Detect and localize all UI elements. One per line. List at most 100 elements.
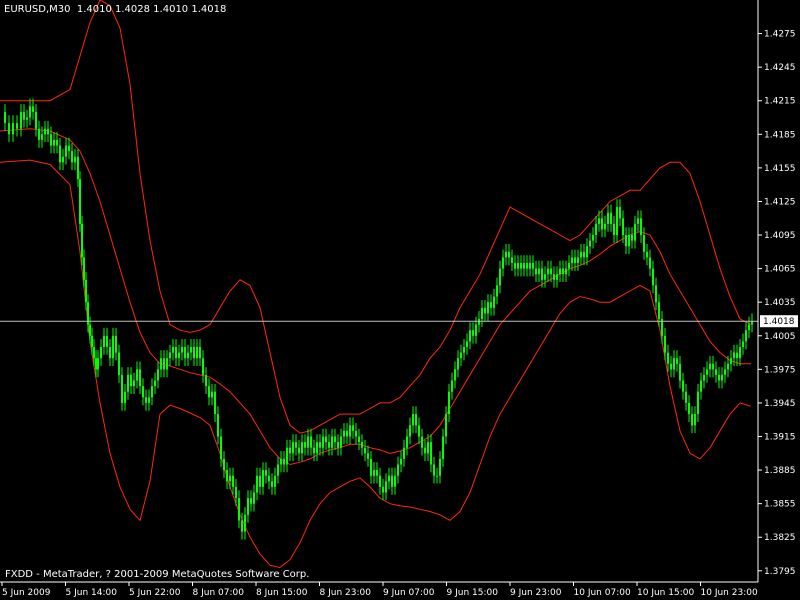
candle-body bbox=[619, 207, 621, 219]
candle-body bbox=[571, 257, 573, 263]
candle-body bbox=[727, 363, 729, 370]
candle-body bbox=[328, 442, 330, 448]
candle-body bbox=[511, 257, 513, 263]
candle-body bbox=[535, 268, 537, 275]
candle-body bbox=[565, 268, 567, 275]
candle-body bbox=[634, 223, 636, 241]
candle-body bbox=[700, 380, 702, 392]
candle-body bbox=[721, 374, 723, 381]
candle-body bbox=[169, 352, 171, 359]
candle-body bbox=[712, 363, 714, 370]
y-tick-label: 1.3975 bbox=[764, 365, 796, 375]
candle-body bbox=[142, 386, 144, 398]
candle-body bbox=[685, 391, 687, 403]
candle-body bbox=[715, 369, 717, 375]
candle-body bbox=[448, 391, 450, 415]
candle-body bbox=[85, 279, 87, 303]
candle-body bbox=[652, 268, 654, 286]
candle-body bbox=[163, 358, 165, 370]
y-tick-label: 1.3795 bbox=[764, 567, 796, 577]
candle-body bbox=[610, 212, 612, 224]
candle-body bbox=[202, 358, 204, 375]
candle-body bbox=[673, 358, 675, 370]
candle-body bbox=[8, 123, 10, 135]
candle-body bbox=[493, 296, 495, 308]
candle-body bbox=[265, 470, 267, 476]
candle-body bbox=[637, 218, 639, 224]
price-chart-svg[interactable]: 1.4275 1.4245 1.4215 1.4185 1.4155 1.4125 1.40… bbox=[0, 0, 800, 600]
candle-body bbox=[736, 352, 738, 359]
candle-body bbox=[361, 442, 363, 448]
candle-body bbox=[304, 442, 306, 448]
candle-body bbox=[646, 251, 648, 258]
y-tick-label: 1.3825 bbox=[764, 533, 796, 543]
candle-body bbox=[262, 470, 264, 487]
x-tick-label: 8 Jun 07:00 bbox=[193, 588, 245, 598]
candle-body bbox=[130, 374, 132, 387]
candle-body bbox=[655, 285, 657, 303]
candle-body bbox=[370, 458, 372, 476]
candle-body bbox=[484, 307, 486, 314]
candle-body bbox=[148, 397, 150, 403]
candle-body bbox=[574, 257, 576, 263]
candle-body bbox=[316, 442, 318, 454]
candle-body bbox=[214, 391, 216, 415]
candle-body bbox=[580, 251, 582, 258]
candle-body bbox=[529, 263, 531, 269]
candle-body bbox=[724, 369, 726, 375]
candle-body bbox=[100, 347, 102, 359]
candle-body bbox=[349, 425, 351, 437]
candle-body bbox=[184, 347, 186, 359]
candle-body bbox=[649, 257, 651, 269]
candle-body bbox=[490, 302, 492, 308]
candle-body bbox=[277, 464, 279, 476]
candle-body bbox=[193, 347, 195, 359]
x-tick-label: 9 Jun 23:00 bbox=[510, 588, 562, 598]
candle-body bbox=[50, 134, 52, 146]
candle-body bbox=[190, 347, 192, 353]
candle-body bbox=[463, 347, 465, 353]
candle-body bbox=[289, 447, 291, 454]
candle-body bbox=[35, 111, 37, 129]
candle-body bbox=[688, 402, 690, 415]
y-tick-label: 1.4215 bbox=[764, 97, 796, 107]
candle-body bbox=[601, 218, 603, 230]
y-tick-label: 1.4185 bbox=[764, 130, 796, 140]
candle-body bbox=[745, 330, 747, 342]
symbol-label: EURUSD,M30 bbox=[4, 4, 71, 15]
candle-body bbox=[346, 430, 348, 437]
candle-body bbox=[439, 458, 441, 476]
candle-body bbox=[718, 374, 720, 381]
axes: 1.4275 1.4245 1.4215 1.4185 1.4155 1.4125 1.40… bbox=[0, 0, 796, 598]
candle-body bbox=[523, 263, 525, 269]
candle-body bbox=[358, 436, 360, 443]
candle-body bbox=[499, 268, 501, 286]
candle-body bbox=[280, 458, 282, 465]
candle-body bbox=[199, 347, 201, 359]
copyright-label: FXDD - MetaTrader, ? 2001-2009 MetaQuote… bbox=[5, 569, 310, 580]
candle-body bbox=[388, 475, 390, 482]
candle-body bbox=[355, 430, 357, 437]
chart-window[interactable]: 1.4275 1.4245 1.4215 1.4185 1.4155 1.4125 1.40… bbox=[0, 0, 800, 600]
candle-body bbox=[187, 352, 189, 359]
candle-body bbox=[505, 251, 507, 258]
x-tick-label: 10 Jun 15:00 bbox=[637, 588, 694, 598]
candle-body bbox=[334, 436, 336, 443]
candle-body bbox=[283, 458, 285, 465]
candle-body bbox=[472, 330, 474, 336]
candle-body bbox=[502, 257, 504, 269]
candle-body bbox=[81, 223, 83, 258]
candle-body bbox=[256, 475, 258, 493]
candle-body bbox=[124, 391, 126, 403]
candle-body bbox=[427, 442, 429, 454]
candle-body bbox=[238, 498, 240, 521]
candle-body bbox=[59, 145, 61, 163]
candle-body bbox=[475, 324, 477, 336]
candle-body bbox=[553, 274, 555, 280]
candle-body bbox=[421, 436, 423, 448]
candle-body bbox=[379, 475, 381, 487]
candle-body bbox=[526, 263, 528, 269]
candle-body bbox=[62, 156, 64, 163]
y-tick-label: 1.4155 bbox=[764, 164, 796, 174]
candle-body bbox=[322, 436, 324, 448]
